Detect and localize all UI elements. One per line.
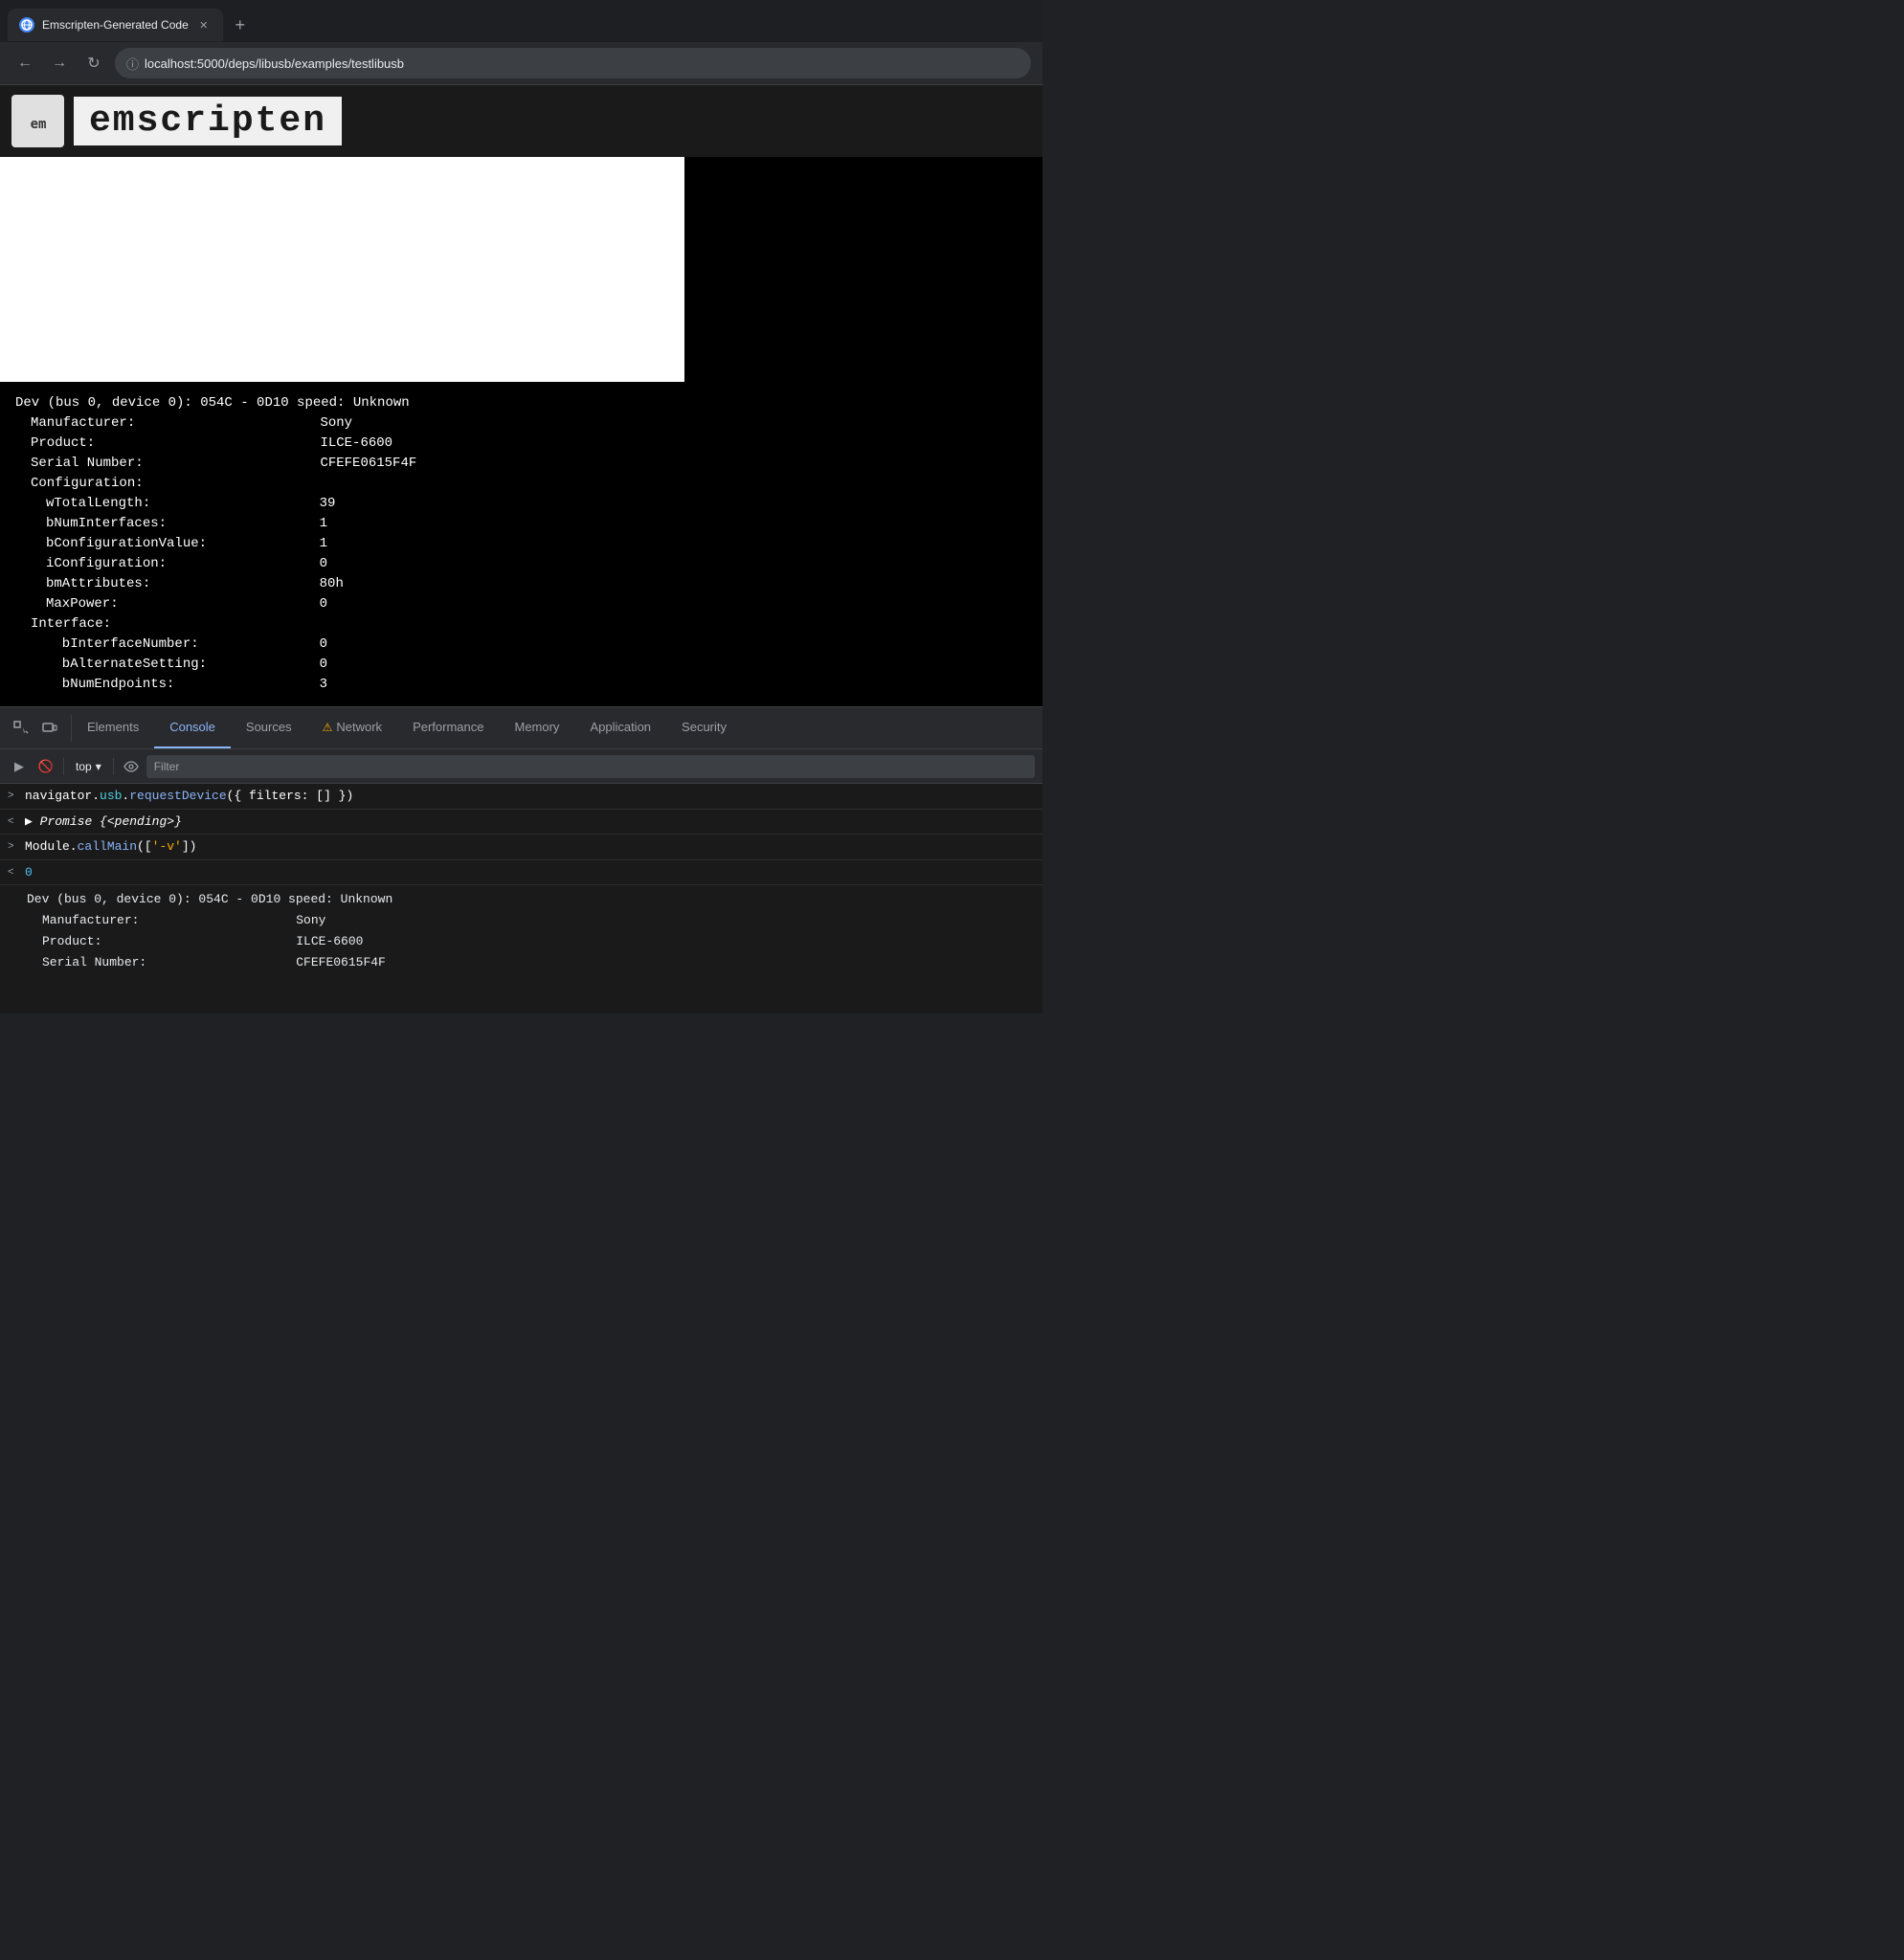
terminal-line-9: bmAttributes: 80h: [15, 574, 1027, 594]
console-input-arrow-2: >: [8, 839, 21, 856]
devtools-icon-group: [0, 715, 72, 742]
browser-chrome: Emscripten-Generated Code ✕ + ← → ↻ ⓘ lo…: [0, 0, 1042, 85]
reload-button[interactable]: ↻: [80, 50, 107, 77]
forward-button[interactable]: →: [46, 50, 73, 77]
tab-title: Emscripten-Generated Code: [42, 18, 189, 32]
console-output-arrow: <: [8, 814, 21, 831]
console-text-4: 0: [25, 863, 1035, 882]
terminal-line-2: Product: ILCE-6600: [15, 434, 1027, 454]
devtools-tabs: Elements Console Sources ⚠ Network Perfo…: [72, 707, 1042, 748]
console-line-output-2: < 0: [0, 860, 1042, 886]
toolbar-separator: [63, 758, 64, 775]
console-output: > navigator.usb.requestDevice({ filters:…: [0, 784, 1042, 1013]
devtools-toolbar: Elements Console Sources ⚠ Network Perfo…: [0, 707, 1042, 749]
new-tab-button[interactable]: +: [227, 11, 254, 38]
device-info-line-3: Serial Number: CFEFE0615F4F: [27, 952, 1016, 973]
terminal-line-8: iConfiguration: 0: [15, 554, 1027, 574]
context-selector[interactable]: top ▾: [70, 757, 107, 776]
terminal-line-6: bNumInterfaces: 1: [15, 514, 1027, 534]
terminal-line-7: bConfigurationValue: 1: [15, 534, 1027, 554]
page-header: em emscripten: [0, 85, 1042, 157]
tab-console[interactable]: Console: [154, 707, 231, 748]
terminal-line-4: Configuration:: [15, 474, 1027, 494]
console-line-input-1: > navigator.usb.requestDevice({ filters:…: [0, 784, 1042, 810]
address-bar-row: ← → ↻ ⓘ localhost:5000/deps/libusb/examp…: [0, 42, 1042, 84]
terminal-line-5: wTotalLength: 39: [15, 494, 1027, 514]
tab-application[interactable]: Application: [574, 707, 666, 748]
console-input-arrow: >: [8, 789, 21, 805]
inspect-element-button[interactable]: [8, 715, 34, 742]
run-script-button[interactable]: ▶: [8, 755, 31, 778]
security-icon: ⓘ: [126, 55, 139, 73]
terminal-line-14: bNumEndpoints: 3: [15, 675, 1027, 695]
console-text-1: navigator.usb.requestDevice({ filters: […: [25, 787, 1035, 806]
back-button[interactable]: ←: [11, 50, 38, 77]
terminal-line-3: Serial Number: CFEFE0615F4F: [15, 454, 1027, 474]
emscripten-title: emscripten: [81, 99, 334, 144]
canvas-area: [0, 157, 1042, 382]
svg-text:em: em: [30, 117, 46, 132]
devtools-panel: Elements Console Sources ⚠ Network Perfo…: [0, 706, 1042, 1013]
console-text-3: Module.callMain(['-v']): [25, 837, 1035, 857]
device-info-line-2: Product: ILCE-6600: [27, 931, 1016, 952]
terminal-line-12: bInterfaceNumber: 0: [15, 635, 1027, 655]
tab-elements[interactable]: Elements: [72, 707, 154, 748]
device-info-line-0: Dev (bus 0, device 0): 054C - 0D10 speed…: [27, 889, 1016, 910]
console-text-2: ▶ Promise {<pending>}: [25, 813, 1035, 832]
page-content: em emscripten Dev (bus 0, device 0): 054…: [0, 85, 1042, 706]
tab-security[interactable]: Security: [666, 707, 742, 748]
tab-bar: Emscripten-Generated Code ✕ +: [0, 0, 1042, 42]
console-device-info: Dev (bus 0, device 0): 054C - 0D10 speed…: [0, 885, 1042, 977]
console-output-arrow-2: <: [8, 865, 21, 881]
tab-performance[interactable]: Performance: [397, 707, 499, 748]
filter-input[interactable]: [146, 755, 1035, 778]
toolbar-separator-2: [113, 758, 114, 775]
active-tab[interactable]: Emscripten-Generated Code ✕: [8, 9, 223, 41]
terminal-line-0: Dev (bus 0, device 0): 054C - 0D10 speed…: [15, 393, 1027, 413]
canvas-white: [0, 157, 684, 382]
console-line-output-1: < ▶ Promise {<pending>}: [0, 810, 1042, 835]
terminal-line-11: Interface:: [15, 614, 1027, 635]
clear-console-button[interactable]: 🚫: [34, 755, 57, 778]
emscripten-logo: em: [11, 95, 64, 147]
address-bar[interactable]: ⓘ localhost:5000/deps/libusb/examples/te…: [115, 48, 1031, 78]
device-info-line-1: Manufacturer: Sony: [27, 910, 1016, 931]
eye-button[interactable]: [120, 755, 143, 778]
canvas-black: [684, 157, 1042, 382]
network-warning-icon: ⚠: [323, 721, 333, 734]
tab-sources[interactable]: Sources: [231, 707, 307, 748]
context-dropdown-icon: ▾: [96, 760, 101, 773]
tab-close-button[interactable]: ✕: [196, 17, 212, 33]
terminal-line-13: bAlternateSetting: 0: [15, 655, 1027, 675]
console-secondary-toolbar: ▶ 🚫 top ▾: [0, 749, 1042, 784]
console-line-input-2: > Module.callMain(['-v']): [0, 835, 1042, 860]
tab-network[interactable]: ⚠ Network: [307, 707, 397, 748]
tab-memory[interactable]: Memory: [499, 707, 574, 748]
terminal-line-10: MaxPower: 0: [15, 594, 1027, 614]
device-toolbar-button[interactable]: [36, 715, 63, 742]
terminal-output: Dev (bus 0, device 0): 054C - 0D10 speed…: [0, 382, 1042, 706]
terminal-line-1: Manufacturer: Sony: [15, 413, 1027, 434]
tab-favicon: [19, 17, 34, 33]
address-url: localhost:5000/deps/libusb/examples/test…: [145, 56, 404, 71]
